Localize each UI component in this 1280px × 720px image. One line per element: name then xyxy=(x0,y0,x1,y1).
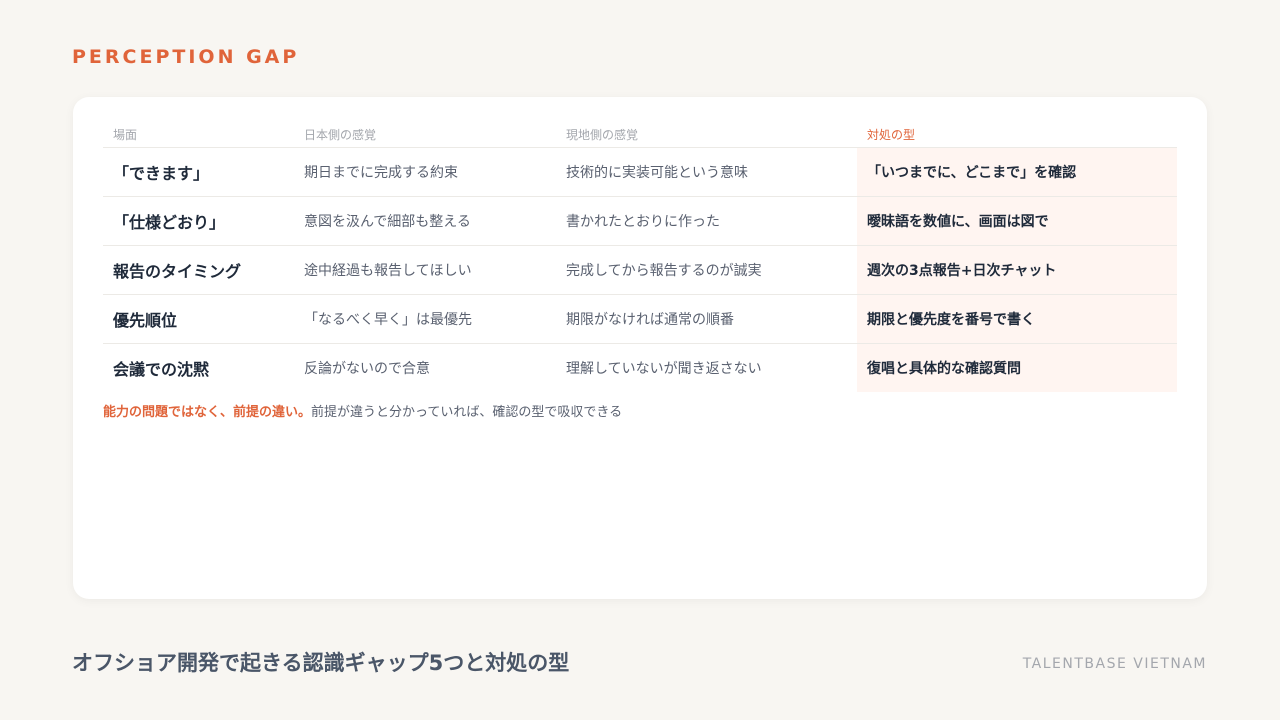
slide-title: オフショア開発で起きる認識ギャップ5つと対処の型 xyxy=(72,651,570,675)
perception-gap-table: 場面 日本側の感覚 現地側の感覚 対処の型 「できます」 期日までに完成する約束… xyxy=(103,121,1177,392)
countermeasure-cell: 「いつまでに、どこまで」を確認 xyxy=(857,148,1177,196)
countermeasure-cell: 曖昧語を数値に、画面は図で xyxy=(857,197,1177,245)
table-row: 「できます」 期日までに完成する約束 技術的に実装可能という意味 「いつまでに、… xyxy=(103,148,1177,197)
scene-cell: 「仕様どおり」 xyxy=(113,213,226,232)
takeaway-emphasis: 能力の問題ではなく、前提の違い。 xyxy=(103,405,312,420)
japan-perception-cell: 「なるべく早く」は最優先 xyxy=(304,312,472,328)
header-local-perception: 現地側の感覚 xyxy=(566,128,639,142)
scene-cell: 優先順位 xyxy=(113,311,178,330)
scene-cell: 「できます」 xyxy=(113,164,210,183)
table-row: 優先順位 「なるべく早く」は最優先 期限がなければ通常の順番 期限と優先度を番号… xyxy=(103,295,1177,344)
header-countermeasure: 対処の型 xyxy=(867,128,916,142)
countermeasure-cell: 復唱と具体的な確認質問 xyxy=(857,344,1177,392)
local-perception-cell: 完成してから報告するのが誠実 xyxy=(566,263,762,279)
countermeasure-cell: 週次の3点報告+日次チャット xyxy=(857,246,1177,294)
header-scene: 場面 xyxy=(113,128,138,142)
countermeasure-cell: 期限と優先度を番号で書く xyxy=(857,295,1177,343)
table-row: 会議での沈黙 反論がないので合意 理解していないが聞き返さない 復唱と具体的な確… xyxy=(103,344,1177,392)
slide: PERCEPTION GAP 場面 日本側の感覚 現地側の感覚 対処の型 「でき… xyxy=(0,0,1280,720)
local-perception-cell: 技術的に実装可能という意味 xyxy=(566,165,748,181)
japan-perception-cell: 反論がないので合意 xyxy=(304,361,430,377)
table-row: 報告のタイミング 途中経過も報告してほしい 完成してから報告するのが誠実 週次の… xyxy=(103,246,1177,295)
content-card: 場面 日本側の感覚 現地側の感覚 対処の型 「できます」 期日までに完成する約束… xyxy=(73,97,1207,599)
eyebrow-label: PERCEPTION GAP xyxy=(72,46,300,68)
scene-cell: 会議での沈黙 xyxy=(113,360,210,379)
local-perception-cell: 理解していないが聞き返さない xyxy=(566,361,762,377)
header-japan-perception: 日本側の感覚 xyxy=(304,128,377,142)
japan-perception-cell: 途中経過も報告してほしい xyxy=(304,263,472,279)
japan-perception-cell: 期日までに完成する約束 xyxy=(304,165,458,181)
scene-cell: 報告のタイミング xyxy=(113,262,242,281)
takeaway-text: 前提が違うと分かっていれば、確認の型で吸収できる xyxy=(311,405,623,420)
table-header-row: 場面 日本側の感覚 現地側の感覚 対処の型 xyxy=(103,121,1177,148)
takeaway-note: 能力の問題ではなく、前提の違い。前提が違うと分かっていれば、確認の型で吸収できる xyxy=(103,401,622,420)
brand-label: TALENTBASE VIETNAM xyxy=(1022,656,1207,672)
local-perception-cell: 書かれたとおりに作った xyxy=(566,214,720,230)
local-perception-cell: 期限がなければ通常の順番 xyxy=(566,312,734,328)
table-row: 「仕様どおり」 意図を汲んで細部も整える 書かれたとおりに作った 曖昧語を数値に… xyxy=(103,197,1177,246)
japan-perception-cell: 意図を汲んで細部も整える xyxy=(304,214,471,230)
